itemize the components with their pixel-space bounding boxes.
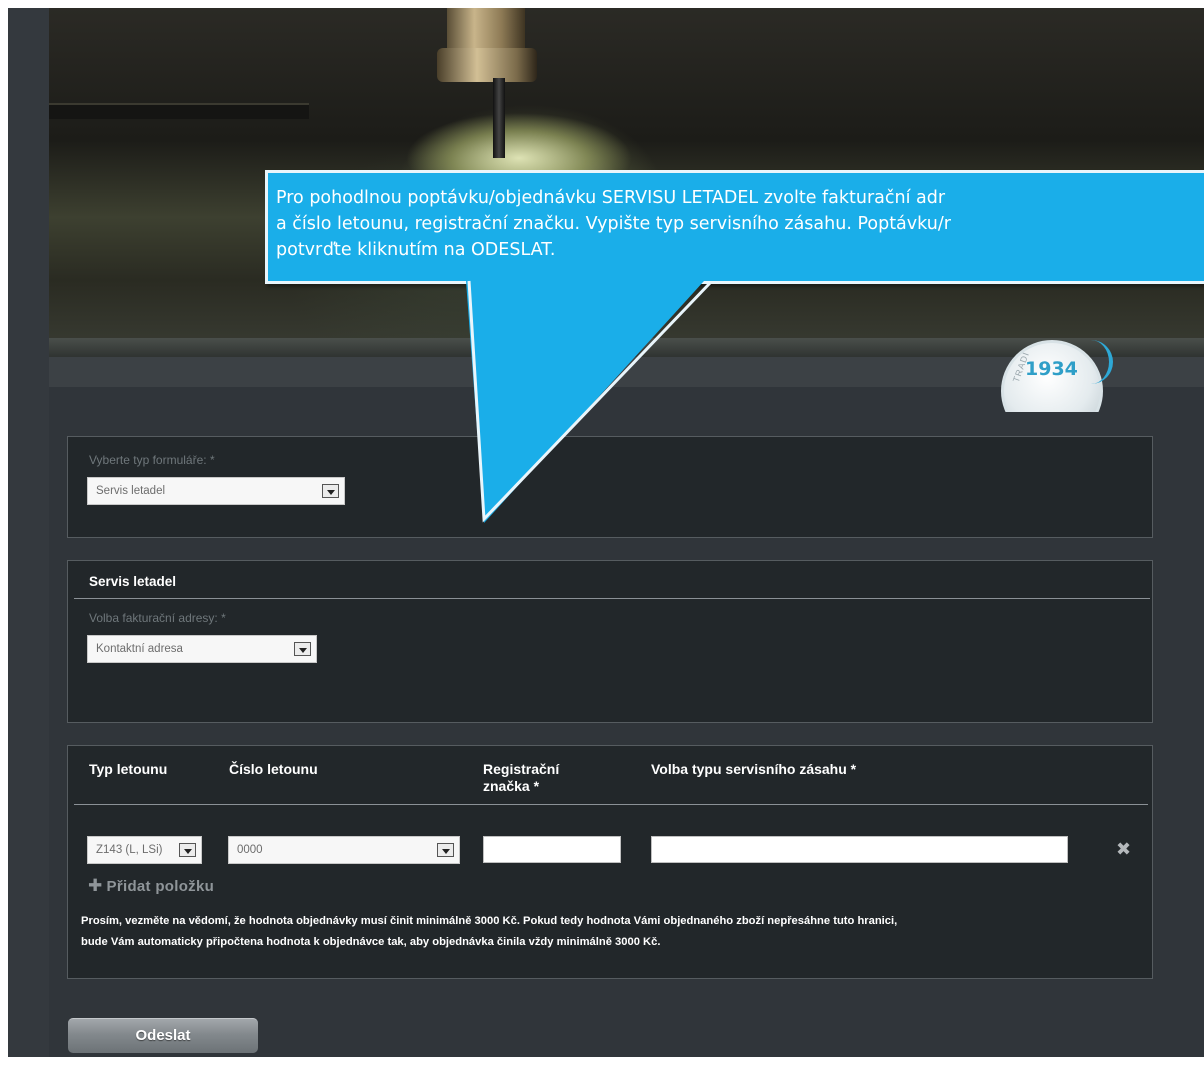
plus-icon: ✚ <box>88 876 103 895</box>
notice-line-2: bude Vám automaticky připočtena hodnota … <box>81 936 661 948</box>
divider <box>74 598 1150 599</box>
billing-address-label: Volba fakturační adresy: * <box>89 611 226 625</box>
left-margin <box>8 8 49 1057</box>
tradition-badge: TRADI 1934 <box>1001 340 1117 412</box>
form-type-label: Vyberte typ formuláře: * <box>89 453 215 467</box>
minimum-order-notice: Prosím, vezměte na vědomí, že hodnota ob… <box>81 911 1141 953</box>
service-panel: Servis letadel Volba fakturační adresy: … <box>67 560 1153 723</box>
spindle-collet <box>437 48 537 82</box>
col-service-type: Volba typu servisního zásahu * <box>651 761 857 777</box>
col-registration: Registrační značka * <box>483 761 559 795</box>
add-item-label: Přidat položku <box>106 878 215 895</box>
close-icon[interactable]: ✖ <box>1116 840 1131 858</box>
milling-bit <box>493 78 505 158</box>
billing-address-select[interactable]: Kontaktní adresa <box>87 635 317 663</box>
badge-arc <box>1079 340 1113 384</box>
aircraft-items-panel: Typ letounu Číslo letounu Registrační zn… <box>67 745 1153 979</box>
badge-year: 1934 <box>1025 358 1078 380</box>
billing-address-value: Kontaktní adresa <box>96 643 183 655</box>
col-aircraft-type: Typ letounu <box>89 761 168 777</box>
registration-input[interactable] <box>483 836 621 863</box>
callout-line-2: a číslo letounu, registrační značku. Vyp… <box>276 214 951 234</box>
chevron-down-icon[interactable] <box>179 843 196 857</box>
submit-button[interactable]: Odeslat <box>68 1018 258 1053</box>
form-type-select[interactable]: Servis letadel <box>87 477 345 505</box>
callout-line-3: potvrďte kliknutím na ODESLAT. <box>276 240 556 260</box>
callout-pointer <box>466 280 712 523</box>
aircraft-number-value: 0000 <box>237 844 263 856</box>
chevron-down-icon[interactable] <box>322 484 339 498</box>
col-aircraft-number: Číslo letounu <box>229 761 318 777</box>
aircraft-type-select[interactable]: Z143 (L, LSi) <box>87 836 202 864</box>
callout-line-1: Pro pohodlnou poptávku/objednávku SERVIS… <box>276 188 946 208</box>
aircraft-number-select[interactable]: 0000 <box>228 836 460 864</box>
col-registration-line1: Registrační <box>483 761 560 777</box>
service-panel-title: Servis letadel <box>89 574 177 589</box>
col-registration-line2: značka * <box>483 778 540 794</box>
machine-rail <box>49 103 309 119</box>
help-callout: Pro pohodlnou poptávku/objednávku SERVIS… <box>265 170 1204 284</box>
notice-line-1: Prosím, vezměte na vědomí, že hodnota ob… <box>81 915 898 927</box>
aircraft-type-value: Z143 (L, LSi) <box>96 844 163 856</box>
add-item-button[interactable]: ✚ Přidat položku <box>88 876 214 896</box>
chevron-down-icon[interactable] <box>437 843 454 857</box>
service-type-input[interactable] <box>651 836 1068 863</box>
form-type-value: Servis letadel <box>96 485 166 497</box>
chevron-down-icon[interactable] <box>294 642 311 656</box>
page: TRADI 1934 Vyberte typ formuláře: * Serv… <box>8 8 1204 1057</box>
divider <box>74 804 1148 805</box>
